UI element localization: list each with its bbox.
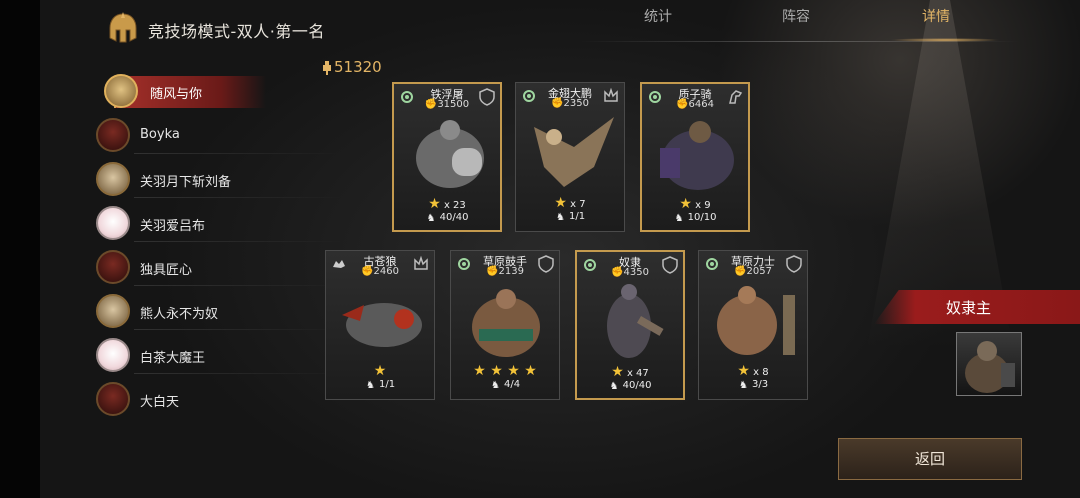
divider — [134, 153, 344, 154]
player-name: 熊人永不为奴 — [140, 307, 219, 322]
divider — [134, 197, 344, 198]
divider — [134, 285, 344, 286]
unit-stars: ★ x 47 — [611, 364, 649, 380]
commander-image — [965, 341, 1015, 393]
spartan-helmet-icon — [109, 12, 137, 43]
tab-details[interactable]: 详情 — [922, 6, 950, 26]
unit-card[interactable]: 草原鼓手 ✊2139 ★ ★ ★ ★ ♞ 4/4 — [450, 250, 560, 400]
page-title: 竞技场模式-双人·第一名 — [148, 22, 325, 41]
unit-count: ♞ 3/3 — [738, 379, 769, 391]
unit-card[interactable]: 质子骑 ✊6464 ★ x 9 ♞ 10/10 — [640, 82, 750, 232]
unit-count: ♞ 1/1 — [365, 379, 396, 391]
player-item[interactable]: 熊人永不为奴 — [96, 294, 344, 330]
player-item-active[interactable]: 随风与你 — [104, 74, 266, 110]
player-name: Boyka — [140, 127, 180, 142]
player-avatar — [96, 206, 130, 240]
unit-card[interactable]: 铁浮屠 ✊31500 ★ x 23 ♞ 40/40 — [392, 82, 502, 232]
unit-stars: ★ x 7 — [554, 195, 586, 211]
commander-banner: 奴隶主 — [874, 290, 1080, 324]
player-avatar — [96, 162, 130, 196]
unit-count: ♞ 40/40 — [426, 212, 469, 224]
unit-count: ♞ 1/1 — [555, 211, 586, 223]
unit-portrait — [534, 117, 614, 187]
player-name: 大白天 — [140, 395, 180, 410]
player-name: 独具匠心 — [140, 263, 193, 278]
unit-count: ♞ 40/40 — [609, 380, 652, 392]
unit-portrait — [416, 120, 484, 188]
divider — [134, 373, 344, 374]
unit-card[interactable]: 奴隶 ✊4350 ★ x 47 ♞ 40/40 — [575, 250, 685, 400]
tab-lineup[interactable]: 阵容 — [782, 6, 810, 26]
active-tab-indicator — [890, 38, 1000, 42]
unit-stars: ★ x 23 — [428, 196, 466, 212]
unit-stars: ★ x 9 — [679, 196, 711, 212]
player-avatar — [96, 338, 130, 372]
power-fist-icon — [323, 61, 331, 75]
unit-card[interactable]: 草原力士 ✊2057 ★ x 8 ♞ 3/3 — [698, 250, 808, 400]
tab-stats[interactable]: 统计 — [644, 6, 672, 26]
unit-portrait — [342, 303, 422, 347]
player-item[interactable]: 关羽月下斩刘备 — [96, 162, 344, 198]
player-name: 白茶大魔王 — [140, 351, 206, 366]
player-avatar — [96, 250, 130, 284]
divider — [134, 241, 344, 242]
unit-card[interactable]: 古苍狼 ✊2460 ★ ♞ 1/1 — [325, 250, 435, 400]
unit-portrait — [717, 286, 795, 355]
player-item[interactable]: 大白天 — [96, 382, 256, 418]
player-name: 随风与你 — [150, 87, 203, 102]
unit-count: ♞ 10/10 — [674, 212, 717, 224]
total-power: 51320 — [320, 58, 382, 76]
unit-stars: ★ x 8 — [737, 363, 769, 379]
unit-card[interactable]: 金翅大鹏 ✊2350 ★ x 7 ♞ 1/1 — [515, 82, 625, 232]
unit-stars: ★ — [373, 363, 387, 379]
unit-stars: ★ ★ ★ ★ — [473, 363, 537, 379]
unit-portrait — [472, 289, 540, 357]
commander-title: 奴隶主 — [946, 299, 992, 317]
player-avatar — [96, 294, 130, 328]
screen-edge — [0, 0, 40, 498]
player-item[interactable]: Boyka — [96, 118, 344, 154]
player-name: 关羽爱吕布 — [140, 219, 206, 234]
unit-portrait — [660, 121, 734, 190]
commander-portrait[interactable] — [956, 332, 1022, 396]
total-power-value: 51320 — [334, 58, 382, 76]
player-item[interactable]: 关羽爱吕布 — [96, 206, 344, 242]
player-avatar — [96, 118, 130, 152]
divider — [134, 329, 344, 330]
player-item[interactable]: 白茶大魔王 — [96, 338, 344, 374]
player-item[interactable]: 独具匠心 — [96, 250, 344, 286]
unit-portrait — [607, 284, 664, 358]
back-button[interactable]: 返回 — [838, 438, 1022, 480]
player-name: 关羽月下斩刘备 — [140, 175, 232, 190]
player-avatar — [96, 382, 130, 416]
player-avatar — [104, 74, 138, 108]
unit-count: ♞ 4/4 — [490, 379, 521, 391]
